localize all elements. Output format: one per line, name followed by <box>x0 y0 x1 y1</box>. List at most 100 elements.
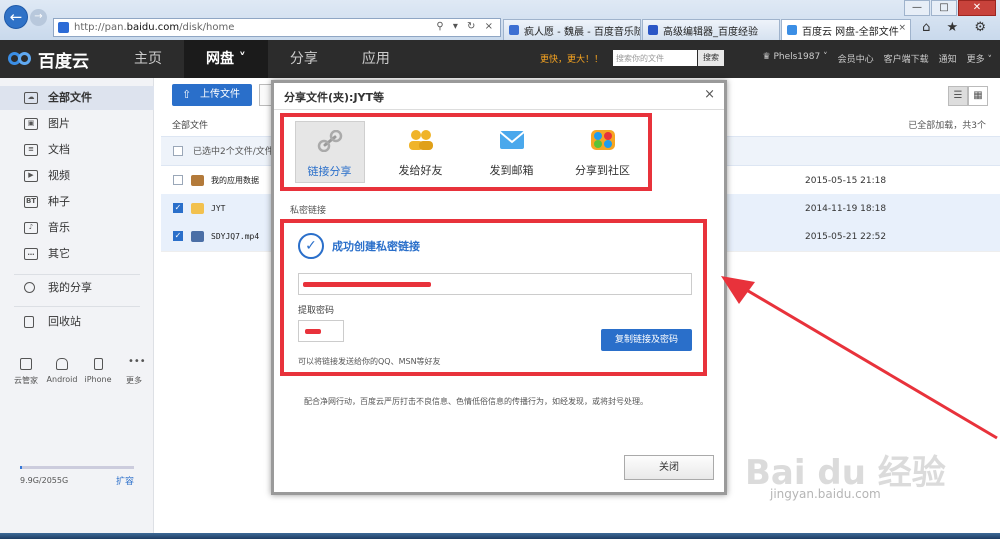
device-more[interactable]: ••• 更多 <box>118 356 150 386</box>
dialog-divider <box>274 109 724 110</box>
nav-home[interactable]: 主页 <box>112 40 184 78</box>
sidebar-item-recycle[interactable]: 回收站 <box>0 310 154 334</box>
sidebar-item-label: 全部文件 <box>48 91 92 104</box>
mail-icon <box>498 131 525 149</box>
nav-share[interactable]: 分享 <box>268 40 340 78</box>
share-icon <box>24 282 35 293</box>
cloud-icon: ☁ <box>24 92 38 104</box>
device-android[interactable]: Android <box>46 358 78 386</box>
upload-button[interactable]: ⇧ 上传文件 <box>172 84 252 106</box>
member-center-link[interactable]: 会员中心 <box>838 52 874 65</box>
select-all-checkbox[interactable] <box>173 146 183 156</box>
close-dialog-button[interactable]: 关闭 <box>624 455 714 480</box>
selection-text: 已选中2个文件/文件夹 <box>193 147 283 157</box>
sidebar-item-docs[interactable]: ≡ 文档 <box>0 138 154 162</box>
browser-chrome: ← → http://pan.baidu.com/disk/home ⚲ ▾ ↻… <box>0 0 1000 40</box>
sidebar-item-video[interactable]: ▶ 视频 <box>0 164 154 188</box>
quota-fill <box>20 466 23 469</box>
device-iphone[interactable]: iPhone <box>82 358 114 386</box>
tab-label: 链接分享 <box>307 165 352 178</box>
back-arrow-icon[interactable]: ← <box>4 5 28 29</box>
browser-tab-label: 疯人愿 - 魏晨 - 百度音乐随... <box>524 27 641 38</box>
dialog-close-icon[interactable]: × <box>704 87 715 102</box>
browser-tab-editor[interactable]: 高级编辑器_百度经验 <box>642 19 780 40</box>
copy-link-password-button[interactable]: 复制链接及密码 <box>601 329 692 351</box>
annotation-arrow <box>721 276 998 440</box>
file-name[interactable]: 我的应用数据 <box>211 166 259 196</box>
sidebar-item-all-files[interactable]: ☁ 全部文件 <box>0 86 154 110</box>
search-button[interactable]: 搜索 <box>698 50 724 66</box>
promo-text[interactable]: 更快，更大！！ <box>540 52 603 65</box>
more-menu[interactable]: 更多 ˅ <box>967 52 992 65</box>
device-label: iPhone <box>84 375 112 384</box>
nav-disk[interactable]: 网盘 ˅ <box>184 40 268 78</box>
os-taskbar <box>0 533 1000 539</box>
sidebar-item-label: 我的分享 <box>48 281 92 294</box>
minimize-button[interactable]: — <box>904 0 930 16</box>
share-link-field[interactable] <box>298 273 692 295</box>
sidebar-item-other[interactable]: … 其它 <box>0 242 154 266</box>
file-search-input[interactable]: 搜索你的文件 <box>613 50 697 66</box>
sidebar-item-label: 文档 <box>48 143 70 156</box>
community-icon <box>590 130 615 150</box>
redacted-link-mark <box>303 282 431 287</box>
browser-tab-pan[interactable]: 百度云 网盘-全部文件 × <box>781 19 911 40</box>
quota-bar <box>20 466 134 469</box>
address-bar[interactable]: http://pan.baidu.com/disk/home ⚲ ▾ ↻ × <box>53 18 501 37</box>
tab-link-share[interactable]: 链接分享 <box>294 121 365 183</box>
row-checkbox[interactable]: ✓ <box>173 203 183 213</box>
device-links: 云管家 Android iPhone ••• 更多 <box>10 356 150 386</box>
maximize-button[interactable]: □ <box>931 0 957 16</box>
breadcrumb[interactable]: 全部文件 <box>172 118 208 131</box>
music-icon: ♪ <box>24 222 38 234</box>
check-circle-icon: ✓ <box>298 233 324 259</box>
sidebar-divider <box>14 274 140 275</box>
row-checkbox[interactable]: ✓ <box>173 231 183 241</box>
share-method-tabs: 链接分享 发给好友 发到邮箱 分享到社区 <box>280 113 652 191</box>
sidebar-item-my-share[interactable]: 我的分享 <box>0 276 154 300</box>
tab-send-friends[interactable]: 发给好友 <box>386 121 456 183</box>
sidebar-item-label: 其它 <box>48 247 70 260</box>
sidebar-item-images[interactable]: ▣ 图片 <box>0 112 154 136</box>
sidebar-divider <box>14 306 140 307</box>
home-star-gear-icons[interactable]: ⌂ ★ ⚙ <box>922 20 992 35</box>
app-data-folder-icon <box>191 175 204 186</box>
grid-view-icon[interactable]: ▦ <box>968 86 988 106</box>
ellipsis-icon: ••• <box>128 356 146 367</box>
row-checkbox[interactable] <box>173 175 183 185</box>
folder-icon <box>191 203 204 214</box>
device-label: 更多 <box>126 376 142 385</box>
client-download-link[interactable]: 客户端下载 <box>884 52 929 65</box>
device-pc[interactable]: 云管家 <box>10 358 42 386</box>
notify-link[interactable]: 通知 <box>939 52 957 65</box>
video-icon: ▶ <box>24 170 38 182</box>
tab-send-email[interactable]: 发到邮箱 <box>477 121 547 183</box>
window-close-button[interactable]: ✕ <box>958 0 996 16</box>
tab-close-icon[interactable]: × <box>898 23 906 33</box>
top-nav: 主页 网盘 ˅ 分享 应用 <box>112 40 412 78</box>
android-icon <box>56 358 68 370</box>
browser-tab-label: 高级编辑器_百度经验 <box>663 27 758 38</box>
forward-arrow-icon[interactable]: → <box>30 9 47 26</box>
sidebar-item-music[interactable]: ♪ 音乐 <box>0 216 154 240</box>
tab-label: 发到邮箱 <box>489 164 534 177</box>
password-field[interactable] <box>298 320 344 342</box>
list-view-icon[interactable]: ☰ <box>948 86 968 106</box>
policy-warning: 配合净网行动，百度云严厉打击不良信息、色情低俗信息的传播行为，如经发现，或将封号… <box>304 397 648 406</box>
file-date: 2015-05-21 22:52 <box>805 232 887 242</box>
file-name[interactable]: SDYJQ7.mp4 <box>211 222 259 252</box>
nav-apps[interactable]: 应用 <box>340 40 412 78</box>
address-controls[interactable]: ⚲ ▾ ↻ × <box>436 21 496 32</box>
browser-tab-music[interactable]: 疯人愿 - 魏晨 - 百度音乐随... <box>503 19 641 40</box>
quota-text: 9.9G/2055G <box>20 476 69 485</box>
expand-storage-link[interactable]: 扩容 <box>116 474 134 487</box>
baidu-cloud-logo[interactable]: 百度云 <box>8 46 89 72</box>
file-date: 2015-05-15 21:18 <box>805 176 887 186</box>
user-menu[interactable]: ♛ Phels1987 ˅ <box>763 52 828 65</box>
tab-share-community[interactable]: 分享到社区 <box>568 121 638 183</box>
device-label: Android <box>46 375 78 384</box>
music-tab-icon <box>509 25 519 35</box>
sidebar-item-label: 种子 <box>48 195 70 208</box>
file-name[interactable]: JYT <box>211 194 225 224</box>
sidebar-item-torrent[interactable]: BT 种子 <box>0 190 154 214</box>
